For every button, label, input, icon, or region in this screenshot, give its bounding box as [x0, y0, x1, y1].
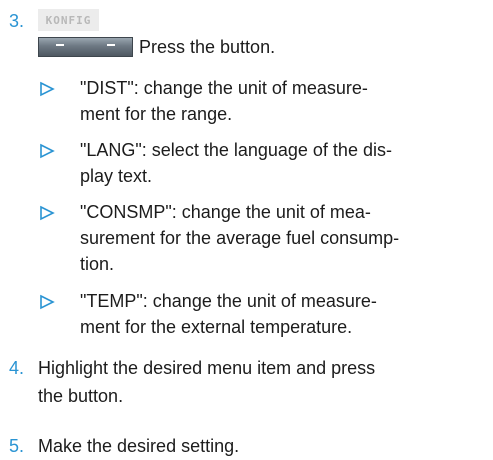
bullet-consmp-line-2: surement for the average fuel consump-: [80, 228, 400, 248]
controller-button-icon: [38, 37, 133, 57]
triangle-right-outline-icon: [40, 294, 55, 310]
triangle-right-outline-icon: [40, 143, 55, 159]
step-number: 4.: [9, 358, 25, 378]
step-5-line-1: Make the desired setting.: [38, 436, 240, 456]
bullet-lang-line-1: "LANG": select the language of the dis-: [80, 140, 392, 160]
step-4-line-1: Highlight the desired menu item and pres…: [38, 358, 376, 378]
bullet-temp-line-1: "TEMP": change the unit of measure-: [80, 291, 377, 311]
press-button-text: Press the button.: [139, 37, 276, 57]
bullet-dist-line-2: ment for the range.: [80, 104, 233, 124]
bullet-lang-line-2: play text.: [80, 166, 153, 186]
konfig-display-label: KONFIG: [45, 13, 92, 27]
triangle-right-outline-icon: [40, 205, 55, 221]
konfig-display-icon: KONFIG: [38, 9, 99, 31]
step-number: 5.: [9, 436, 25, 456]
bullet-temp-line-2: ment for the external temperature.: [80, 317, 353, 337]
bullet-consmp-line-1: "CONSMP": change the unit of mea-: [80, 202, 371, 222]
step-number: 3.: [9, 11, 25, 31]
bullet-dist-line-1: "DIST": change the unit of measure-: [80, 78, 368, 98]
triangle-right-outline-icon: [40, 81, 55, 97]
bullet-consmp-line-3: tion.: [80, 254, 115, 274]
button-dash-left: [56, 44, 64, 46]
button-dash-right: [107, 44, 115, 46]
step-4-line-2: the button.: [38, 386, 124, 406]
